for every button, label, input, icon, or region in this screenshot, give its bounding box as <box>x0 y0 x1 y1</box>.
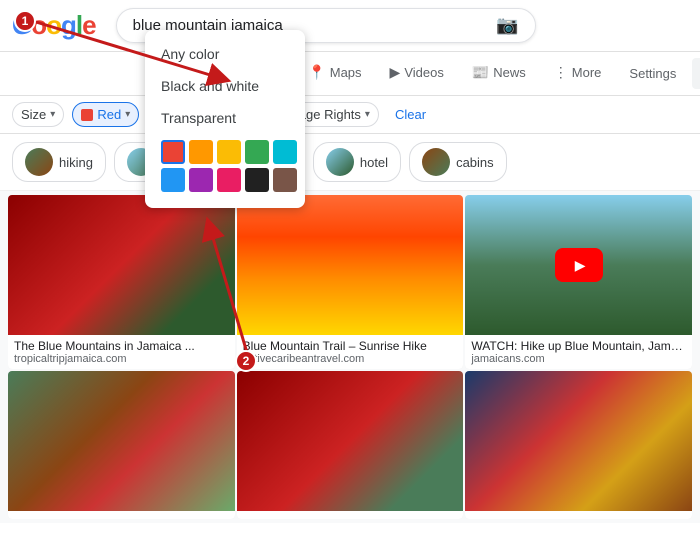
filter-bar: Size ▾ Red ▾ Type ▾ Time ▾ Usage Rights … <box>0 96 700 134</box>
image-caption: Blue Mountain Trail – Sunrise Hike activ… <box>237 335 464 369</box>
settings-tab[interactable]: Settings <box>617 58 688 89</box>
swatch-green[interactable] <box>245 140 269 164</box>
suggestion-hiking[interactable]: hiking <box>12 142 106 182</box>
clear-button[interactable]: Clear <box>387 103 434 126</box>
image-card-coffee-berries[interactable] <box>237 371 464 519</box>
maps-icon: 📍 <box>308 64 325 81</box>
swatch-purple[interactable] <box>189 168 213 192</box>
image-title: WATCH: Hike up Blue Mountain, Jamaica <box>471 339 686 353</box>
image-card-mountain[interactable]: WATCH: Hike up Blue Mountain, Jamaica ja… <box>465 195 692 369</box>
suggestion-image <box>422 148 450 176</box>
color-swatch <box>81 109 93 121</box>
color-swatches <box>145 134 305 200</box>
image-thumbnail <box>465 195 692 335</box>
tab-maps[interactable]: 📍 Maps <box>296 56 373 91</box>
chevron-down-icon: ▾ <box>50 109 55 120</box>
color-dropdown: Any color Black and white Transparent <box>145 30 305 208</box>
tab-videos[interactable]: ▶ Videos <box>378 56 456 91</box>
header: 1 Google 📷 <box>0 0 700 52</box>
color-filter[interactable]: Red ▾ <box>72 102 139 127</box>
swatch-blue[interactable] <box>161 168 185 192</box>
tools-tab[interactable]: Tools <box>692 58 700 89</box>
swatch-teal[interactable] <box>273 140 297 164</box>
image-caption: WATCH: Hike up Blue Mountain, Jamaica ja… <box>465 335 692 369</box>
more-icon: ⋮ <box>554 64 568 81</box>
size-filter[interactable]: Size ▾ <box>12 102 64 127</box>
color-option-any[interactable]: Any color <box>145 38 305 70</box>
videos-icon: ▶ <box>390 64 401 81</box>
color-option-bw[interactable]: Black and white <box>145 70 305 102</box>
camera-icon[interactable]: 📷 <box>496 15 518 36</box>
image-thumbnail <box>8 195 235 335</box>
image-caption: The Blue Mountains in Jamaica ... tropic… <box>8 335 235 369</box>
chevron-down-icon: ▾ <box>125 109 130 120</box>
suggestions: hiking break snow hotel cabins <box>0 134 700 191</box>
suggestion-image <box>326 148 354 176</box>
suggestion-hotel[interactable]: hotel <box>313 142 401 182</box>
news-icon: 📰 <box>472 64 489 81</box>
annotation-circle-2: 2 <box>235 350 257 372</box>
annotation-circle-1: 1 <box>14 10 36 32</box>
swatch-red[interactable] <box>161 140 185 164</box>
header-right: Settings Tools <box>617 58 700 89</box>
image-thumbnail <box>8 371 235 511</box>
swatch-brown[interactable] <box>273 168 297 192</box>
image-title: Blue Mountain Trail – Sunrise Hike <box>243 339 458 353</box>
image-source: tropicaltripjamaica.com <box>14 353 229 365</box>
image-source: jamaicans.com <box>471 353 686 365</box>
color-option-transparent[interactable]: Transparent <box>145 102 305 134</box>
image-caption <box>8 511 235 519</box>
swatch-orange[interactable] <box>189 140 213 164</box>
suggestion-image <box>25 148 53 176</box>
swatch-yellow[interactable] <box>217 140 241 164</box>
image-caption <box>237 511 464 519</box>
nav-tabs: 🔍 All 🖼 Images 📍 Maps ▶ Videos 📰 News ⋮ … <box>0 52 700 96</box>
tab-more[interactable]: ⋮ More <box>542 56 614 91</box>
chevron-down-icon: ▾ <box>365 109 370 120</box>
image-title: The Blue Mountains in Jamaica ... <box>14 339 229 353</box>
suggestion-cabins[interactable]: cabins <box>409 142 507 182</box>
images-grid: The Blue Mountains in Jamaica ... tropic… <box>0 191 700 523</box>
image-caption <box>465 511 692 519</box>
image-thumbnail <box>237 371 464 511</box>
youtube-play-icon <box>555 248 603 282</box>
image-thumbnail <box>465 371 692 511</box>
image-card-tent[interactable] <box>8 371 235 519</box>
image-card-berries[interactable]: The Blue Mountains in Jamaica ... tropic… <box>8 195 235 369</box>
swatch-pink[interactable] <box>217 168 241 192</box>
image-card-bags[interactable] <box>465 371 692 519</box>
swatch-black[interactable] <box>245 168 269 192</box>
image-thumbnail <box>237 195 464 335</box>
image-card-sunset[interactable]: Blue Mountain Trail – Sunrise Hike activ… <box>237 195 464 369</box>
image-source: activecaribeantravel.com <box>243 353 458 365</box>
tab-news[interactable]: 📰 News <box>460 56 538 91</box>
